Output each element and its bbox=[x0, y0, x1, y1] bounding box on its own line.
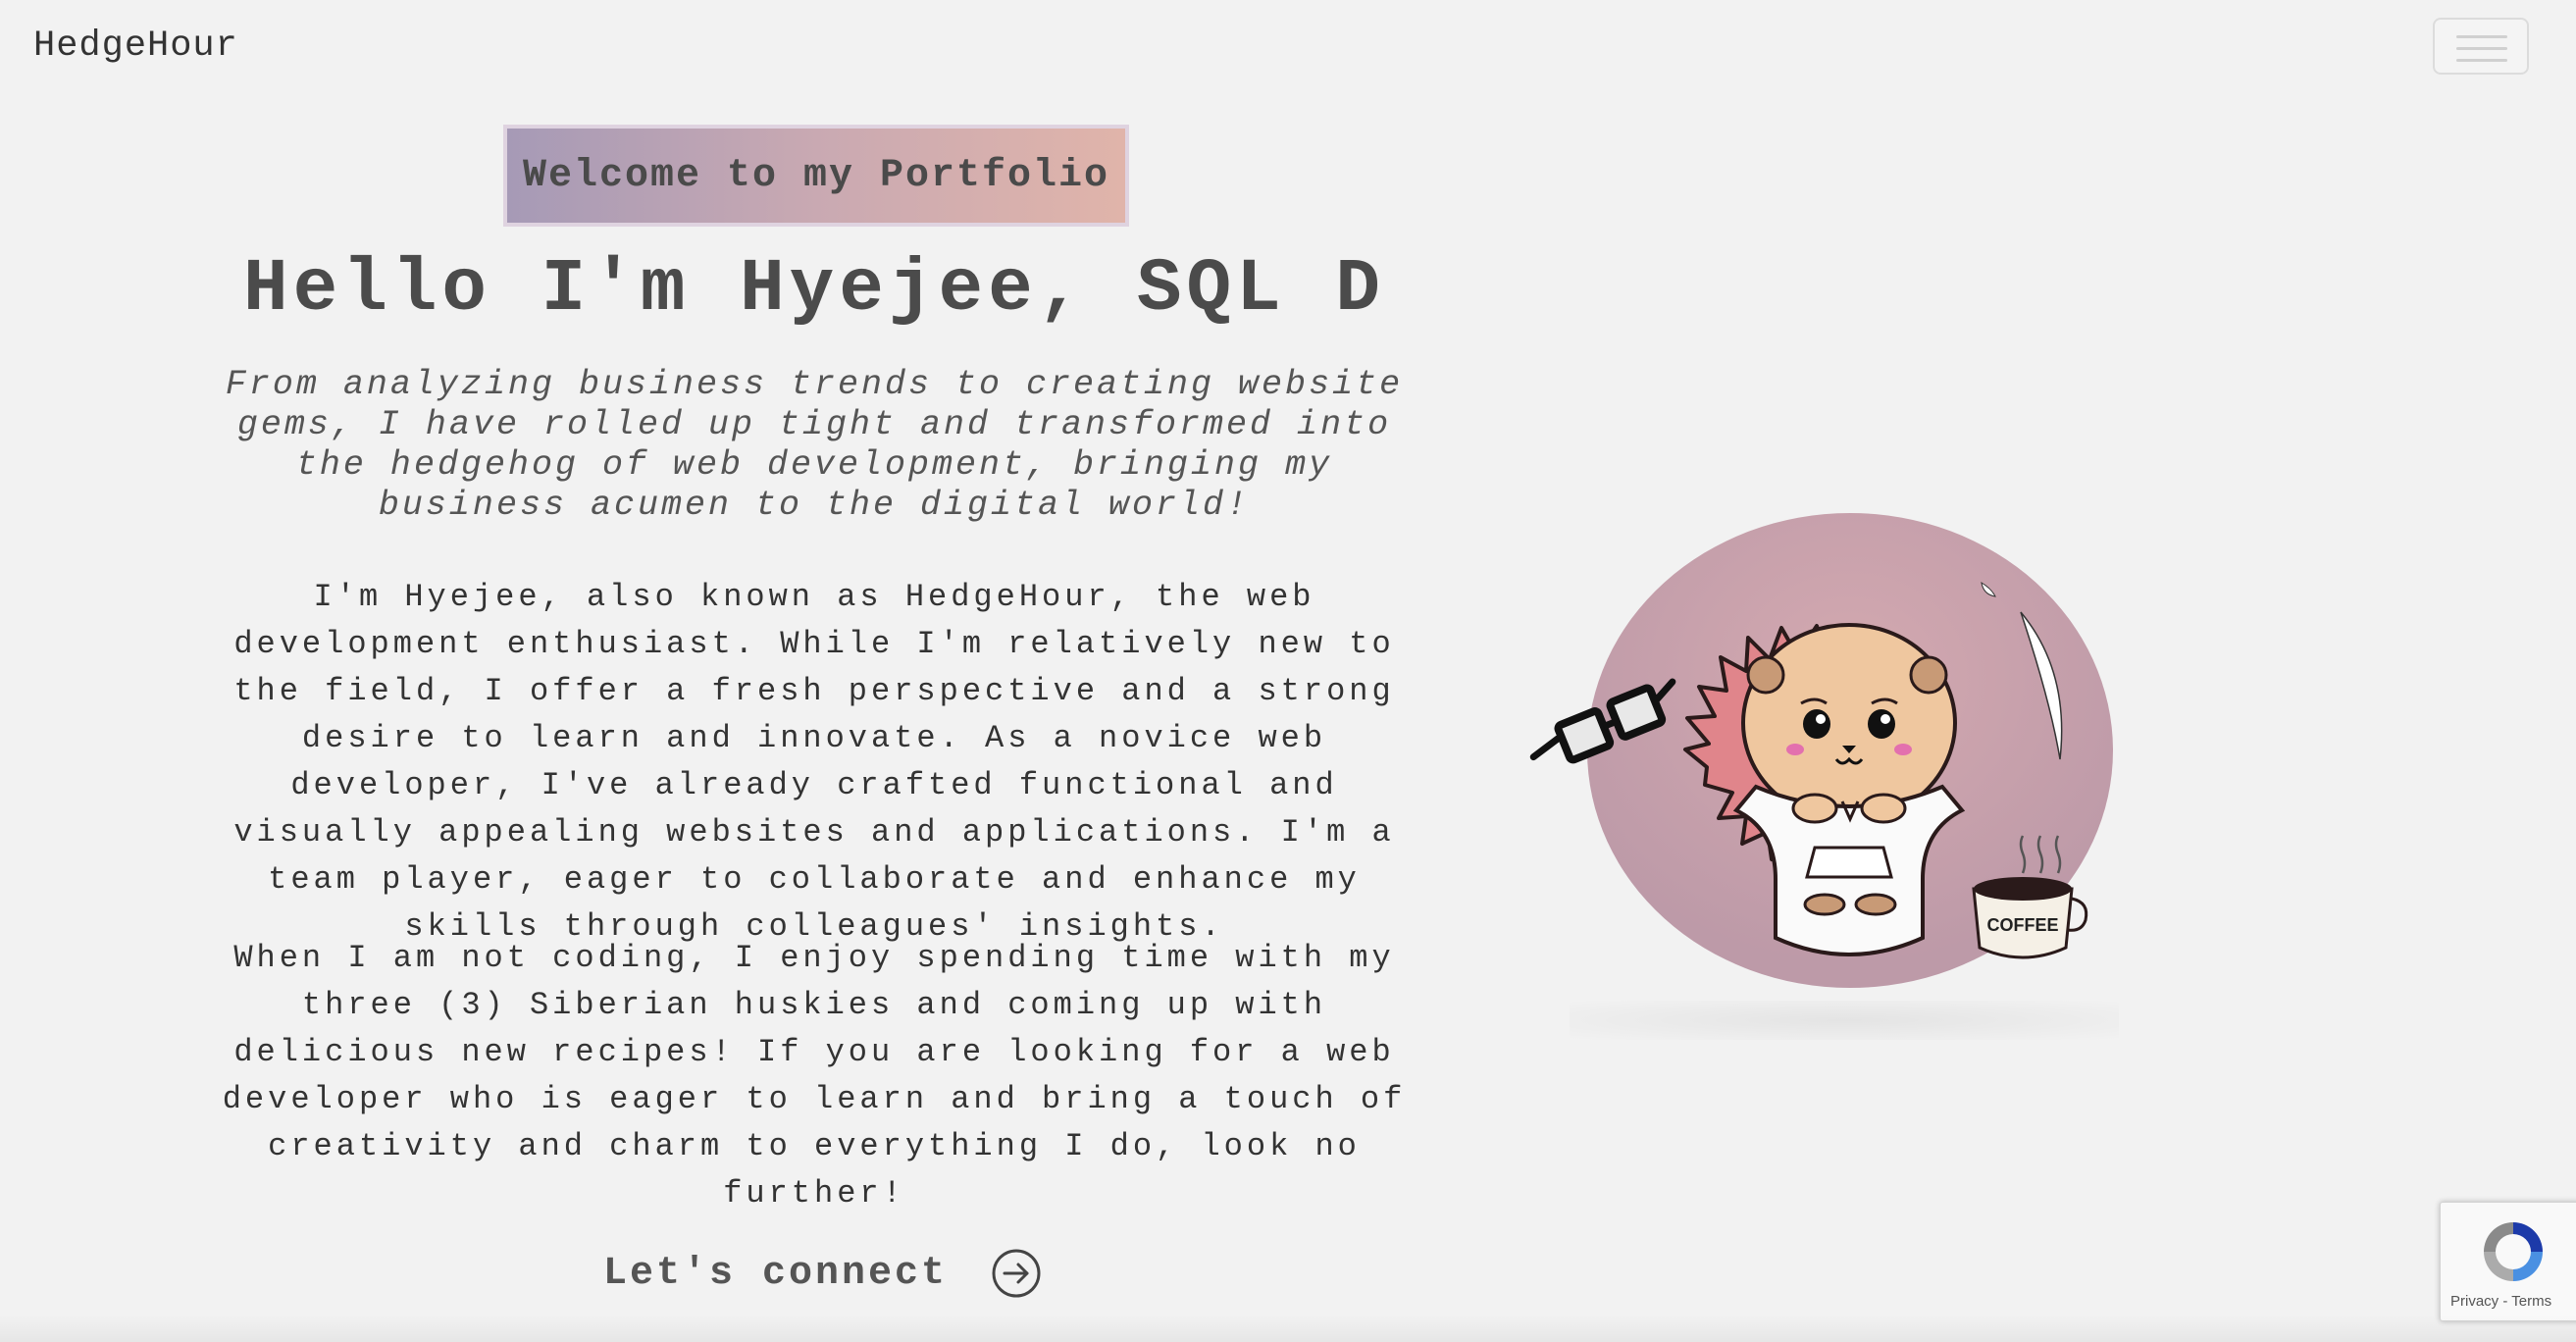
recaptcha-separator: - bbox=[2499, 1293, 2512, 1310]
welcome-badge: Welcome to my Portfolio bbox=[503, 125, 1129, 227]
bio-paragraph: I'm Hyejee, also known as HedgeHour, the… bbox=[233, 579, 1395, 945]
hero-heading: Hello I'm Hyejee, SQL D bbox=[243, 247, 1385, 332]
bottom-shade bbox=[0, 1315, 2576, 1342]
brand-logo[interactable]: HedgeHour bbox=[33, 26, 238, 67]
arrow-right-circle-icon bbox=[992, 1249, 1041, 1298]
hero-tagline: From analyzing business trends to creati… bbox=[225, 365, 1404, 525]
menu-toggle-button[interactable] bbox=[2433, 18, 2529, 75]
bio-paragraph: When I am not coding, I enjoy spending t… bbox=[222, 940, 1407, 1212]
recaptcha-badge[interactable]: Privacy - Terms bbox=[2440, 1202, 2576, 1321]
recaptcha-privacy-link[interactable]: Privacy bbox=[2450, 1293, 2499, 1310]
lets-connect-button[interactable]: Let's connect bbox=[603, 1248, 1042, 1299]
page: HedgeHour Welcome to my Portfolio Hello … bbox=[0, 0, 2576, 1342]
coffee-mug-label: COFFEE bbox=[1986, 915, 2058, 935]
recaptcha-icon bbox=[2484, 1222, 2543, 1281]
recaptcha-links: Privacy - Terms bbox=[2450, 1293, 2551, 1310]
recaptcha-terms-link[interactable]: Terms bbox=[2511, 1293, 2551, 1310]
lets-connect-label: Let's connect bbox=[603, 1251, 949, 1296]
hedgehog-illustration: COFFEE bbox=[1529, 513, 2113, 988]
